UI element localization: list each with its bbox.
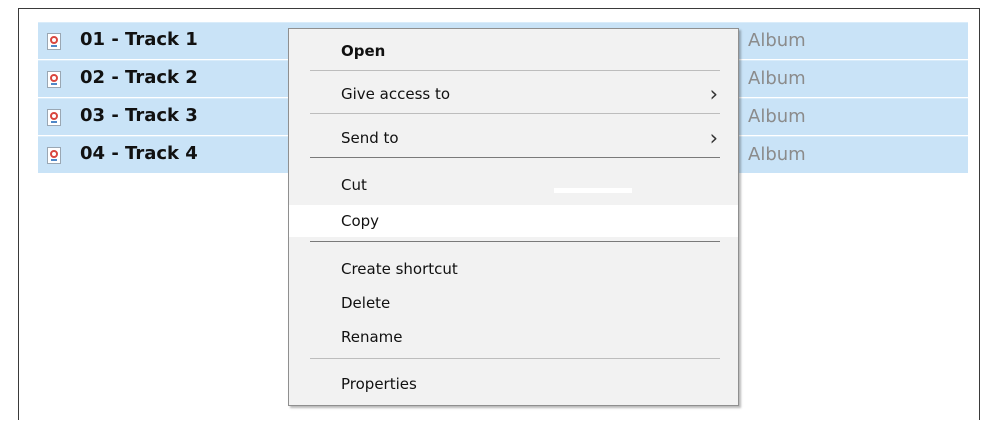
menu-item-label: Give access to: [341, 85, 451, 103]
menu-item-label: Cut: [341, 176, 367, 194]
menu-item-delete[interactable]: Delete: [289, 287, 738, 319]
menu-item-copy[interactable]: Copy: [289, 205, 738, 237]
audio-file-icon: [47, 33, 61, 50]
audio-file-icon: [47, 109, 61, 126]
album-column-value: Album: [748, 68, 806, 89]
audio-file-icon: [47, 71, 61, 88]
menu-item-give-access-to[interactable]: Give access to ›: [289, 78, 738, 110]
menu-item-properties[interactable]: Properties: [289, 368, 738, 400]
menu-item-label: Create shortcut: [341, 260, 458, 278]
menu-item-label: Copy: [341, 212, 380, 230]
menu-separator: [310, 157, 720, 158]
menu-item-open[interactable]: Open: [289, 35, 738, 67]
window-top-border: [18, 8, 980, 9]
menu-item-label: Open: [341, 42, 386, 60]
album-column-value: Album: [748, 144, 806, 165]
cut-mark: [554, 188, 632, 193]
menu-item-send-to[interactable]: Send to ›: [289, 122, 738, 154]
file-name: 02 - Track 2: [80, 67, 198, 88]
menu-item-label: Delete: [341, 294, 391, 312]
album-column-value: Album: [748, 30, 806, 51]
chevron-right-icon: ›: [709, 82, 718, 106]
menu-item-create-shortcut[interactable]: Create shortcut: [289, 253, 738, 285]
menu-separator: [310, 70, 720, 71]
menu-separator: [310, 113, 720, 114]
context-menu: Open Give access to › Send to › Cut Copy…: [288, 28, 739, 406]
file-name: 04 - Track 4: [80, 143, 198, 164]
chevron-right-icon: ›: [709, 126, 718, 150]
window-right-border: [979, 8, 980, 420]
album-column-value: Album: [748, 106, 806, 127]
menu-item-label: Send to: [341, 129, 399, 147]
menu-item-label: Properties: [341, 375, 417, 393]
window-left-border: [18, 8, 19, 420]
menu-item-label: Rename: [341, 328, 403, 346]
file-name: 03 - Track 3: [80, 105, 198, 126]
menu-item-rename[interactable]: Rename: [289, 321, 738, 353]
audio-file-icon: [47, 147, 61, 164]
menu-separator: [310, 358, 720, 359]
file-name: 01 - Track 1: [80, 29, 198, 50]
menu-separator: [310, 241, 720, 242]
menu-item-cut[interactable]: Cut: [289, 169, 738, 201]
